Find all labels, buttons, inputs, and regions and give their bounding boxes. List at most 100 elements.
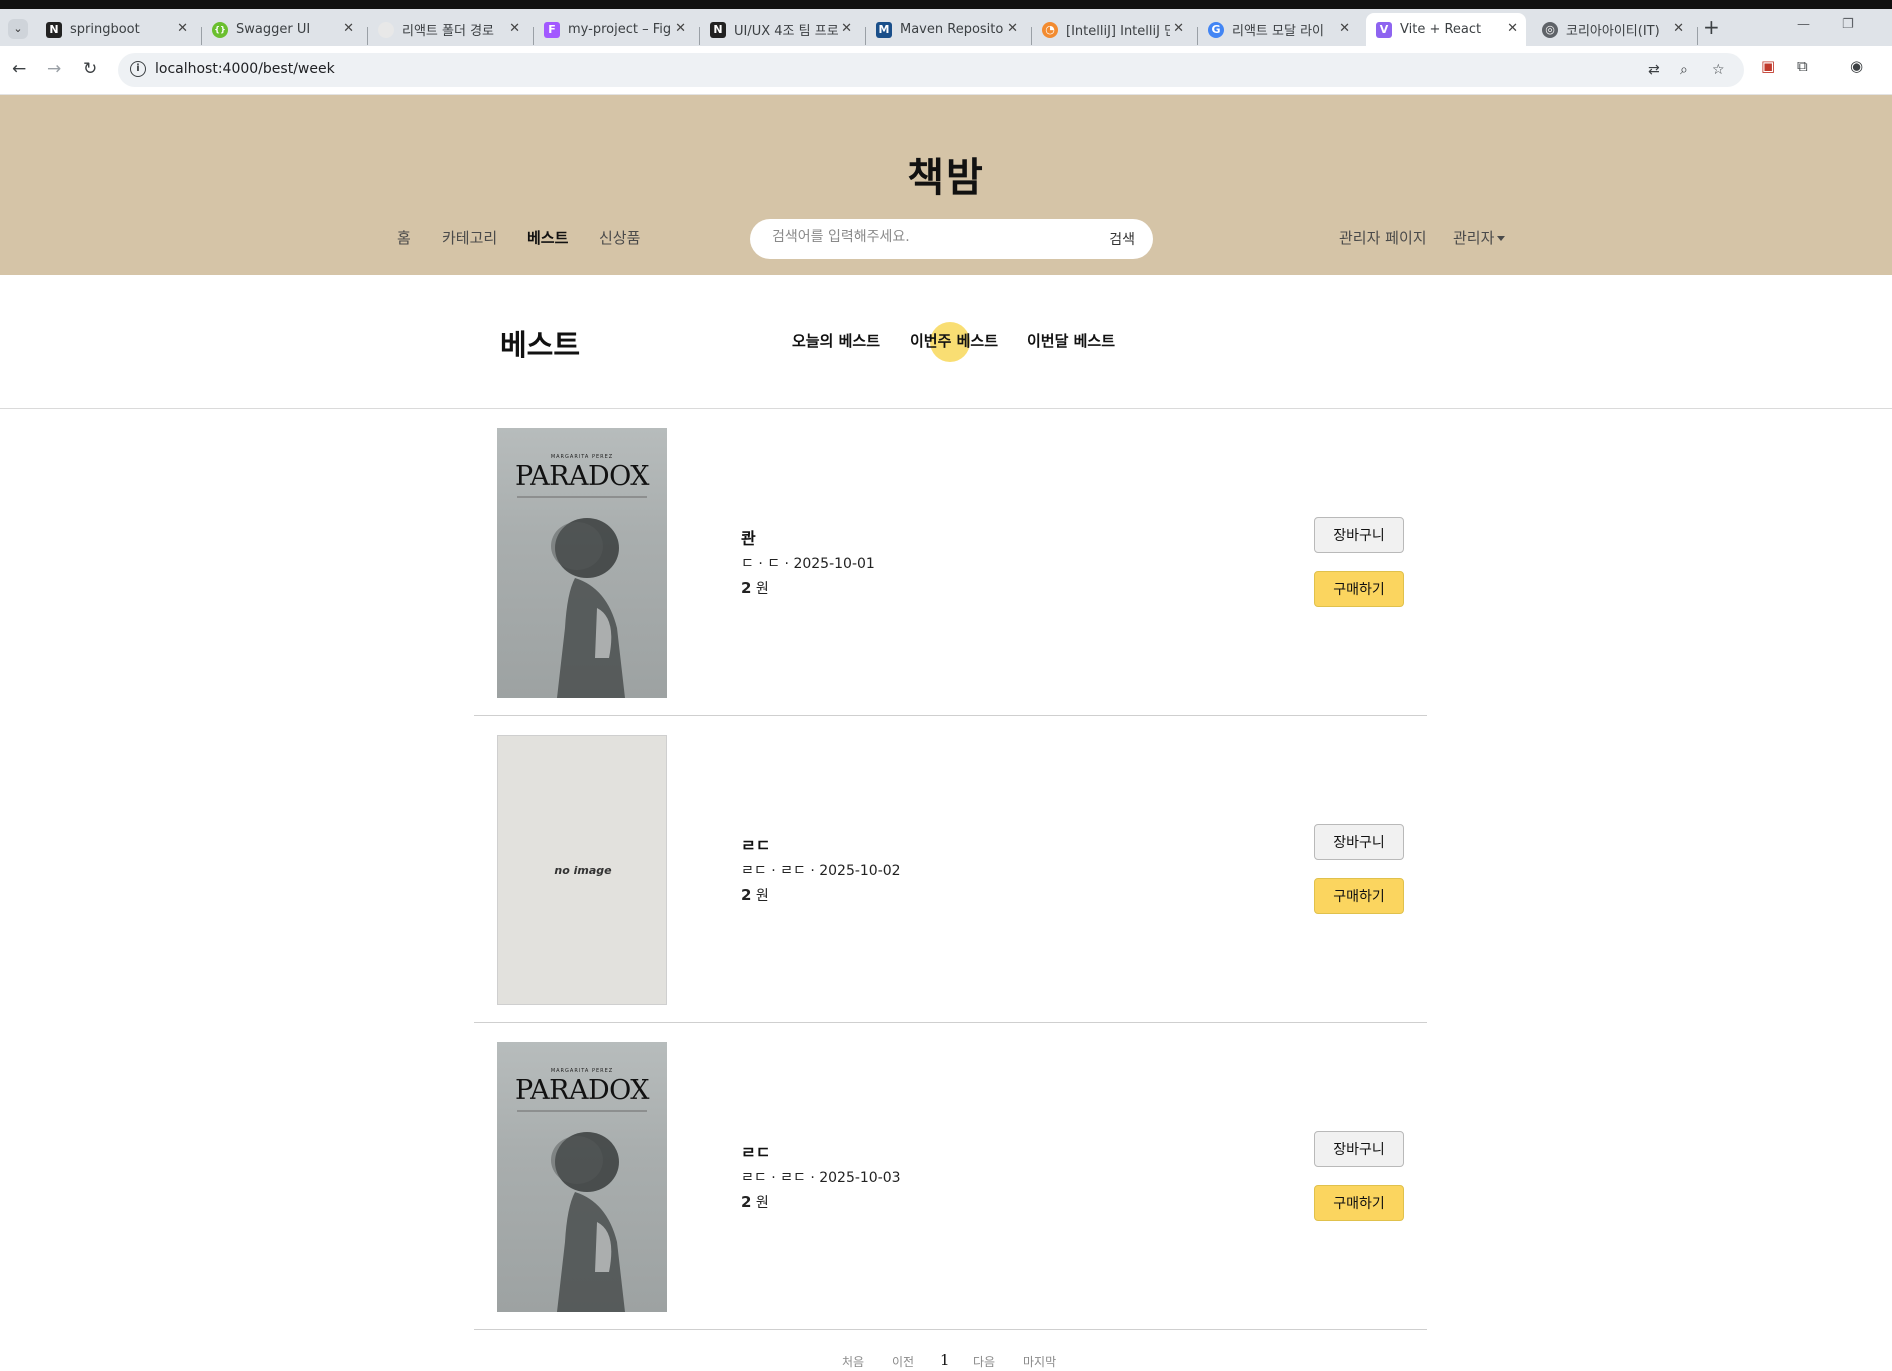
forward-arrow-icon[interactable]: → bbox=[47, 59, 61, 79]
close-icon[interactable]: ✕ bbox=[343, 21, 354, 36]
browser-tab[interactable]: G 리액트 모달 라이 ✕ bbox=[1198, 13, 1358, 46]
pagination-current-page[interactable]: 1 bbox=[940, 1351, 950, 1369]
book-list-item: MARGARITA PEREZ PARADOX 콴 ㄷ · ㄷ · 2025-1… bbox=[474, 409, 1427, 716]
book-title[interactable]: ㄹㄷ bbox=[741, 1139, 770, 1163]
close-icon[interactable]: ✕ bbox=[675, 21, 686, 36]
extensions-puzzle-icon[interactable]: ⧉ bbox=[1797, 57, 1808, 75]
globe-icon: ◎ bbox=[1542, 21, 1558, 38]
book-cover-image[interactable]: MARGARITA PEREZ PARADOX bbox=[497, 1042, 667, 1312]
tab-month-best[interactable]: 이번달 베스트 bbox=[1027, 330, 1115, 351]
close-icon[interactable]: ✕ bbox=[177, 21, 188, 36]
site-logo[interactable]: 책밤 bbox=[0, 145, 1892, 203]
site-info-icon[interactable]: i bbox=[130, 61, 146, 77]
book-cover-image[interactable]: MARGARITA PEREZ PARADOX bbox=[497, 428, 667, 698]
address-bar[interactable]: i localhost:4000/best/week ⇄ ⌕ ☆ bbox=[118, 53, 1744, 87]
book-list-item: no image ㄹㄷ ㄹㄷ · ㄹㄷ · 2025-10-02 2 원 장바구… bbox=[474, 716, 1427, 1023]
notion-icon: N bbox=[710, 21, 726, 38]
browser-toolbar: ← → ↻ i localhost:4000/best/week ⇄ ⌕ ☆ ▣… bbox=[0, 46, 1892, 95]
browser-tab-active[interactable]: V Vite + React ✕ bbox=[1366, 13, 1526, 46]
zoom-icon[interactable]: ⌕ bbox=[1680, 62, 1688, 78]
tab-search-chevron-icon[interactable]: ⌄ bbox=[8, 19, 28, 39]
notion-icon: N bbox=[46, 21, 62, 38]
tab-title: 코리아아이티(IT) bbox=[1566, 24, 1660, 39]
cover-figure-illustration bbox=[551, 518, 625, 698]
google-icon: G bbox=[1208, 21, 1224, 38]
book-price: 2 원 bbox=[741, 885, 769, 905]
cover-tagline bbox=[517, 496, 647, 498]
close-icon[interactable]: ✕ bbox=[1673, 21, 1684, 36]
blank-page-icon bbox=[378, 21, 394, 38]
nav-category[interactable]: 카테고리 bbox=[442, 227, 497, 248]
pagination-next[interactable]: 다음 bbox=[973, 1353, 995, 1370]
price-unit: 원 bbox=[755, 888, 769, 904]
url-text[interactable]: localhost:4000/best/week bbox=[155, 61, 335, 77]
buy-now-button[interactable]: 구매하기 bbox=[1314, 571, 1404, 607]
book-meta: ㄹㄷ · ㄹㄷ · 2025-10-02 bbox=[741, 863, 901, 879]
browser-tab[interactable]: N springboot ✕ bbox=[36, 13, 196, 46]
browser-tab[interactable]: F my-project – Figma ✕ bbox=[534, 13, 694, 46]
buy-now-button[interactable]: 구매하기 bbox=[1314, 1185, 1404, 1221]
price-amount: 2 bbox=[741, 579, 752, 597]
cover-author-text: MARGARITA PEREZ bbox=[550, 454, 614, 460]
price-amount: 2 bbox=[741, 886, 752, 904]
pagination-prev[interactable]: 이전 bbox=[892, 1353, 914, 1370]
profile-icon[interactable]: ◉ bbox=[1850, 57, 1863, 75]
add-to-cart-button[interactable]: 장바구니 bbox=[1314, 1131, 1404, 1167]
browser-tab[interactable]: {} Swagger UI ✕ bbox=[202, 13, 362, 46]
tab-week-best[interactable]: 이번주 베스트 bbox=[910, 330, 998, 351]
book-title[interactable]: 콴 bbox=[741, 525, 756, 549]
browser-tab[interactable]: 리액트 폴더 경로 ✕ bbox=[368, 13, 528, 46]
book-price: 2 원 bbox=[741, 578, 769, 598]
restore-icon[interactable]: ❐ bbox=[1842, 17, 1854, 32]
add-to-cart-button[interactable]: 장바구니 bbox=[1314, 824, 1404, 860]
back-arrow-icon[interactable]: ← bbox=[12, 59, 26, 79]
pagination-last[interactable]: 마지막 bbox=[1023, 1353, 1056, 1370]
close-icon[interactable]: ✕ bbox=[509, 21, 520, 36]
tab-title: UI/UX 4조 팀 프로 bbox=[734, 24, 838, 39]
browser-tab[interactable]: ◔ [IntelliJ] IntelliJ 단 ✕ bbox=[1032, 13, 1192, 46]
tab-title: 리액트 모달 라이 bbox=[1232, 24, 1324, 39]
bookmark-star-icon[interactable]: ☆ bbox=[1712, 62, 1725, 78]
tab-today-best[interactable]: 오늘의 베스트 bbox=[792, 330, 880, 351]
admin-menu-dropdown[interactable]: 관리자 bbox=[1453, 227, 1506, 248]
tab-bar: ⌄ N springboot ✕ {} Swagger UI ✕ 리액트 폴더 … bbox=[0, 9, 1892, 46]
close-icon[interactable]: ✕ bbox=[1173, 21, 1184, 36]
tab-title: springboot bbox=[70, 22, 140, 37]
search-input[interactable] bbox=[772, 229, 1092, 245]
no-image-label: no image bbox=[554, 864, 612, 877]
nav-home[interactable]: 홈 bbox=[397, 227, 411, 248]
search-box: 검색 bbox=[750, 219, 1153, 259]
maven-icon: M bbox=[876, 21, 892, 38]
close-icon[interactable]: ✕ bbox=[1339, 21, 1350, 36]
reload-icon[interactable]: ↻ bbox=[83, 59, 97, 79]
nav-best[interactable]: 베스트 bbox=[527, 227, 568, 248]
close-icon[interactable]: ✕ bbox=[841, 21, 852, 36]
tab-title: Maven Repository bbox=[900, 22, 1004, 37]
admin-page-link[interactable]: 관리자 페이지 bbox=[1339, 227, 1427, 248]
browser-tabstrip: ⌄ N springboot ✕ {} Swagger UI ✕ 리액트 폴더 … bbox=[0, 0, 1892, 46]
cover-title-text: PARADOX bbox=[514, 1075, 650, 1106]
caret-down-icon bbox=[1497, 236, 1506, 241]
pagination-first[interactable]: 처음 bbox=[842, 1353, 864, 1370]
new-tab-plus-icon[interactable]: + bbox=[1703, 15, 1720, 39]
book-title[interactable]: ㄹㄷ bbox=[741, 832, 770, 856]
search-button[interactable]: 검색 bbox=[1109, 229, 1135, 249]
extension-app-icon[interactable]: ▣ bbox=[1761, 57, 1775, 75]
book-cover-placeholder[interactable]: no image bbox=[497, 735, 667, 1005]
cover-figure-illustration bbox=[551, 1132, 625, 1312]
tab-divider bbox=[1697, 27, 1698, 45]
site-header: 책밤 홈 카테고리 베스트 신상품 검색 관리자 페이지 관리자 bbox=[0, 95, 1892, 275]
window-top-edge bbox=[0, 0, 1892, 9]
browser-tab[interactable]: ◎ 코리아아이티(IT) ✕ bbox=[1532, 13, 1692, 46]
add-to-cart-button[interactable]: 장바구니 bbox=[1314, 517, 1404, 553]
nav-new-products[interactable]: 신상품 bbox=[599, 227, 640, 248]
buy-now-button[interactable]: 구매하기 bbox=[1314, 878, 1404, 914]
admin-menu-label: 관리자 bbox=[1453, 229, 1495, 247]
translate-icon[interactable]: ⇄ bbox=[1648, 62, 1660, 78]
browser-tab[interactable]: N UI/UX 4조 팀 프로 ✕ bbox=[700, 13, 860, 46]
minimize-icon[interactable]: — bbox=[1797, 17, 1810, 32]
close-icon[interactable]: ✕ bbox=[1007, 21, 1018, 36]
tab-title: my-project – Figma bbox=[568, 22, 672, 37]
close-icon[interactable]: ✕ bbox=[1507, 21, 1518, 36]
browser-tab[interactable]: M Maven Repository ✕ bbox=[866, 13, 1026, 46]
